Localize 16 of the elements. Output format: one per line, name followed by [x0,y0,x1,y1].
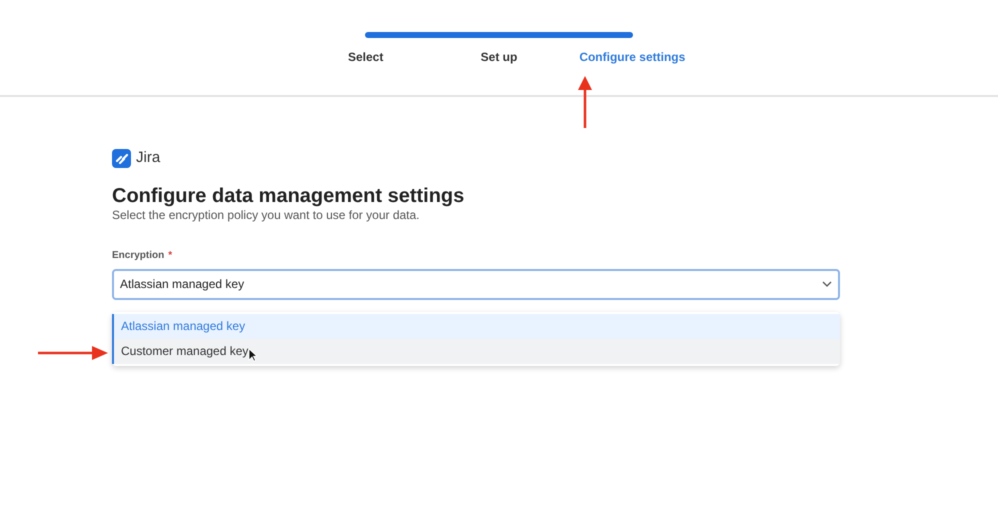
required-mark: * [168,248,172,262]
page-heading: Configure data management settings [112,184,466,208]
encryption-select[interactable]: Atlassian managed key [112,268,840,300]
product-name: Jira [136,148,160,168]
page-description: Select the encryption policy you want to use for your data. [112,208,421,222]
chevron-down-icon [822,281,832,287]
annotation-arrow [577,76,593,128]
step-label: Select [346,49,384,66]
dropdown-option[interactable]: Customer managed key [114,338,840,364]
step-label: Set up [480,49,518,66]
product-logo-icon [112,148,131,168]
annotation-arrow [38,345,108,361]
dropdown-option[interactable]: Atlassian managed key [114,314,840,338]
field-label: Encryption [112,248,164,262]
step-label: Configure settings [578,49,686,66]
mouse-pointer-icon [248,348,257,362]
